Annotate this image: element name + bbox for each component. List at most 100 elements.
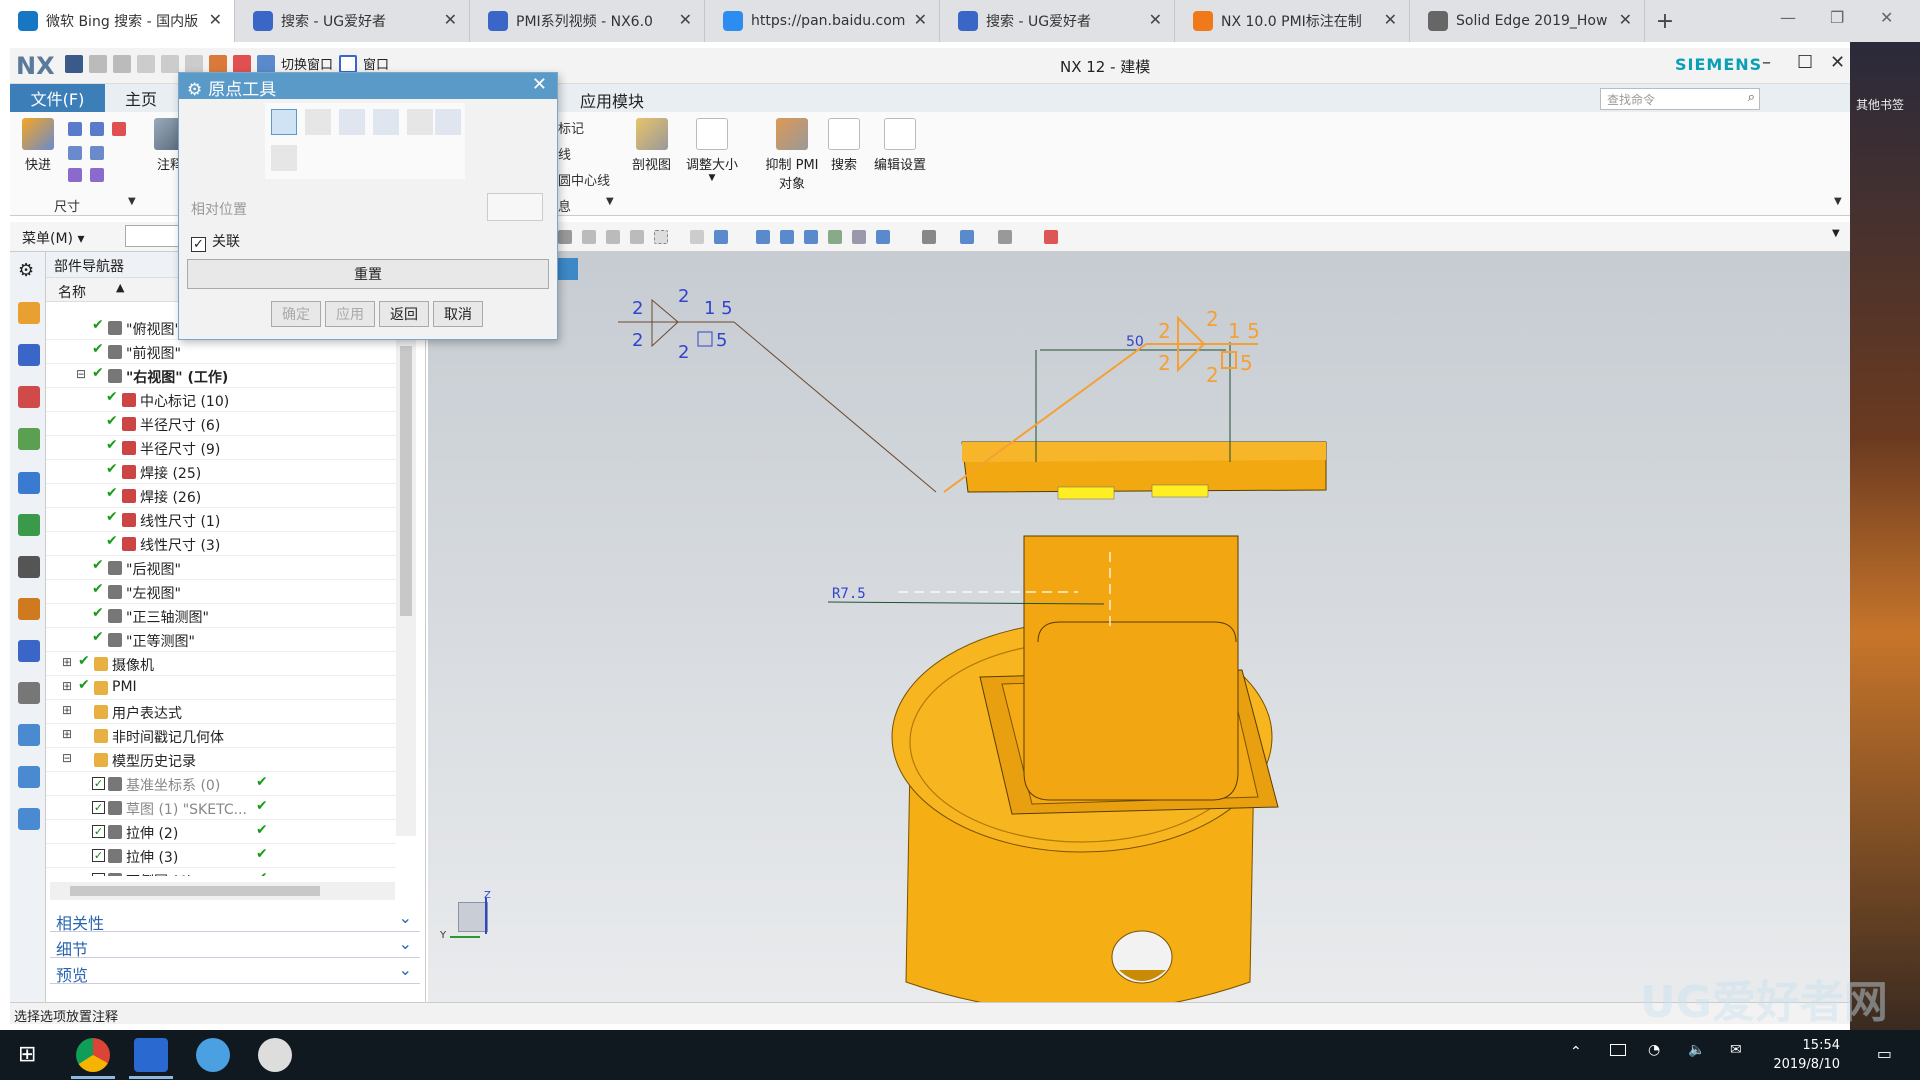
dialog-close-icon[interactable]: ✕ bbox=[532, 74, 547, 95]
battery-icon[interactable] bbox=[1610, 1044, 1626, 1056]
tree-horizontal-scrollbar[interactable] bbox=[50, 882, 395, 900]
linear-dim-icon[interactable] bbox=[68, 122, 82, 136]
edit-work-section-icon[interactable] bbox=[1044, 230, 1058, 244]
drag-origin-icon[interactable] bbox=[271, 109, 297, 135]
reuse-library-icon[interactable] bbox=[18, 428, 40, 450]
ok-button[interactable]: 确定 bbox=[271, 301, 321, 327]
chrome-icon[interactable] bbox=[76, 1038, 110, 1072]
browser-tab[interactable]: 搜索 - UG爱好者 ✕ bbox=[940, 0, 1175, 42]
switch-window-button[interactable]: 切换窗口 bbox=[281, 54, 333, 73]
tree-row[interactable]: ✔ 焊接 (26) bbox=[46, 484, 396, 508]
visible-check-icon[interactable]: ✔ bbox=[106, 533, 118, 549]
ribbon-item-line[interactable]: 线 bbox=[558, 144, 571, 163]
nx-minimize-icon[interactable]: – bbox=[1762, 52, 1771, 73]
fit-view-icon[interactable] bbox=[756, 230, 770, 244]
tree-row[interactable]: ⊟ 模型历史记录 bbox=[46, 748, 396, 772]
back-button[interactable]: 返回 bbox=[379, 301, 429, 327]
toolbar-expand-icon[interactable]: ▼ bbox=[1832, 228, 1846, 242]
window-menu-button[interactable]: 窗口 bbox=[363, 54, 389, 73]
feature-checkbox[interactable]: ✓ bbox=[92, 825, 105, 838]
suppress-pmi-button[interactable]: 抑制 PMI 对象 bbox=[752, 118, 832, 192]
expand-toggle-icon[interactable]: ⊟ bbox=[76, 367, 86, 381]
tab-home[interactable]: 主页 bbox=[105, 86, 177, 110]
visible-check-icon[interactable]: ✔ bbox=[92, 605, 104, 621]
browser-tab[interactable]: 搜索 - UG爱好者 ✕ bbox=[235, 0, 470, 42]
tree-row[interactable]: ✔ "左视图" bbox=[46, 580, 396, 604]
minimize-window-icon[interactable]: — bbox=[1780, 8, 1796, 27]
search-pmi-button[interactable]: 搜索 bbox=[828, 118, 860, 173]
expand-toggle-icon[interactable]: ⊞ bbox=[62, 655, 72, 669]
apply-button[interactable]: 应用 bbox=[325, 301, 375, 327]
feature-checkbox[interactable]: ✓ bbox=[92, 801, 105, 814]
orient-view-icon[interactable] bbox=[960, 230, 974, 244]
visible-check-icon[interactable]: ✔ bbox=[106, 389, 118, 405]
visible-check-icon[interactable]: ✔ bbox=[106, 485, 118, 501]
tree-row[interactable]: ⊞ ✔ 摄像机 bbox=[46, 652, 396, 676]
render-style-icon[interactable] bbox=[922, 230, 936, 244]
volume-icon[interactable]: 🔈 bbox=[1688, 1042, 1705, 1058]
vertical-text-align-icon[interactable] bbox=[373, 109, 399, 135]
nx-close-icon[interactable]: ✕ bbox=[1830, 52, 1845, 73]
nx-maximize-icon[interactable]: ☐ bbox=[1797, 52, 1813, 73]
input-method-icon[interactable]: ✉ bbox=[1730, 1042, 1742, 1058]
align-arrow-line-icon[interactable] bbox=[407, 109, 433, 135]
ribbon-item-info[interactable]: 息 bbox=[558, 196, 571, 215]
align-lead-line-icon[interactable] bbox=[435, 109, 461, 135]
expand-toggle-icon[interactable]: ⊟ bbox=[62, 751, 72, 765]
browser-tab[interactable]: PMI系列视频 - NX6.0 ✕ bbox=[470, 0, 705, 42]
snap-mid-icon[interactable] bbox=[606, 230, 620, 244]
dialog-title-bar[interactable]: ⚙ 原点工具 ✕ bbox=[179, 73, 557, 100]
rapid-dimension-button[interactable]: 快进 bbox=[22, 118, 54, 173]
close-tab-icon[interactable]: ✕ bbox=[444, 10, 457, 29]
tree-row[interactable]: ⊞ 用户表达式 bbox=[46, 700, 396, 724]
layer-icon[interactable] bbox=[876, 230, 890, 244]
save-icon[interactable] bbox=[65, 54, 83, 73]
command-search-input[interactable]: 查找命令 ⌕ bbox=[1600, 88, 1760, 110]
visible-check-icon[interactable]: ✔ bbox=[106, 509, 118, 525]
visible-check-icon[interactable]: ✔ bbox=[92, 317, 104, 333]
redo-icon[interactable] bbox=[113, 54, 131, 73]
point-constructor-icon[interactable] bbox=[271, 145, 297, 171]
cancel-button[interactable]: 取消 bbox=[433, 301, 483, 327]
horizontal-text-align-icon[interactable] bbox=[339, 109, 365, 135]
resize-dropdown-icon[interactable]: ▼ bbox=[709, 173, 716, 183]
edit-settings-button[interactable]: 编辑设置 bbox=[874, 118, 926, 173]
tool-app-icon[interactable] bbox=[258, 1038, 292, 1072]
close-tab-icon[interactable]: ✕ bbox=[914, 10, 927, 29]
visible-check-icon[interactable]: ✔ bbox=[92, 629, 104, 645]
close-tab-icon[interactable]: ✕ bbox=[1384, 10, 1397, 29]
nx-app-icon[interactable] bbox=[134, 1038, 168, 1072]
resize-button[interactable]: 调整大小 ▼ bbox=[686, 118, 738, 183]
roles-icon[interactable] bbox=[18, 724, 40, 746]
tree-vertical-scrollbar[interactable] bbox=[396, 316, 416, 836]
assembly-navigator-icon[interactable] bbox=[18, 302, 40, 324]
expand-toggle-icon[interactable]: ⊞ bbox=[62, 679, 72, 693]
pan-icon[interactable] bbox=[828, 230, 842, 244]
tree-row[interactable]: ✓ ✔ 拉伸 (3) bbox=[46, 844, 396, 868]
reset-button[interactable]: 重置 bbox=[187, 259, 549, 289]
visible-check-icon[interactable]: ✔ bbox=[92, 581, 104, 597]
undo-icon[interactable] bbox=[89, 54, 107, 73]
tree-row[interactable]: ✔ "正三轴测图" bbox=[46, 604, 396, 628]
visible-check-icon[interactable]: ✔ bbox=[92, 557, 104, 573]
associative-checkbox[interactable]: ✓ 关联 bbox=[191, 231, 240, 252]
manufacturing-wizard-icon[interactable] bbox=[18, 682, 40, 704]
snap-point-icon[interactable] bbox=[558, 230, 572, 244]
file-menu-tab[interactable]: 文件(F) bbox=[10, 84, 105, 112]
dimension-group-dropdown-icon[interactable]: ▼ bbox=[128, 196, 136, 207]
tree-row[interactable]: ⊞ ✔ PMI bbox=[46, 676, 396, 700]
relative-position-select[interactable] bbox=[487, 193, 543, 221]
feature-checkbox[interactable]: ✓ bbox=[92, 873, 105, 876]
tree-row[interactable]: ✓ ✔ 草图 (1) "SKETC... bbox=[46, 796, 396, 820]
details-panel[interactable]: 细节 ⌄ bbox=[50, 934, 420, 959]
visible-check-icon[interactable]: ✔ bbox=[92, 365, 104, 381]
angular-dim-icon[interactable] bbox=[112, 122, 126, 136]
tree-row[interactable]: ✔ 线性尺寸 (1) bbox=[46, 508, 396, 532]
feature-checkbox[interactable]: ✓ bbox=[92, 849, 105, 862]
visible-check-icon[interactable]: ✔ bbox=[106, 413, 118, 429]
visible-check-icon[interactable]: ✔ bbox=[106, 461, 118, 477]
network-icon[interactable]: ◔ bbox=[1648, 1042, 1660, 1058]
ordinate-dim-icon[interactable] bbox=[90, 168, 104, 182]
shaded-icon[interactable] bbox=[690, 230, 704, 244]
dependencies-panel[interactable]: 相关性 ⌄ bbox=[50, 908, 420, 933]
